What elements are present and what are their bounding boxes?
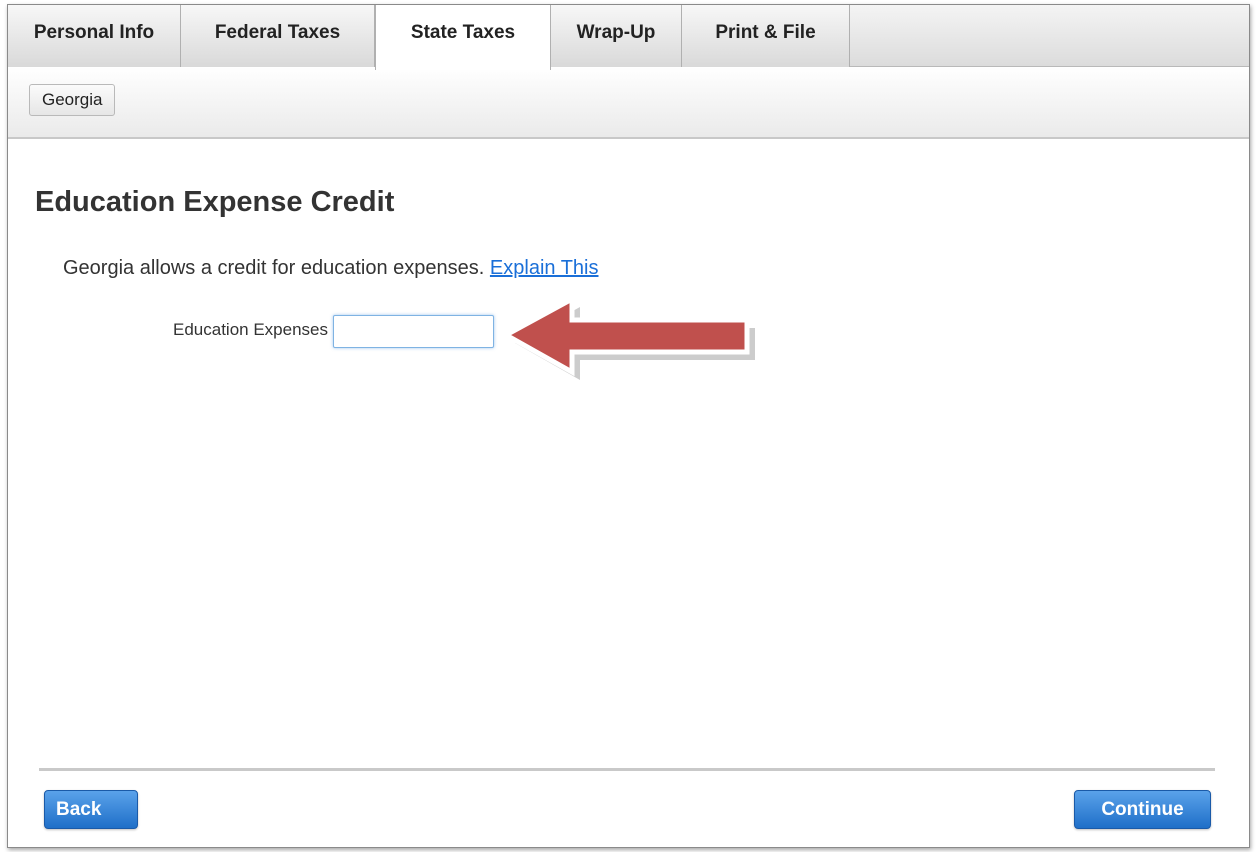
left-arrow-icon	[500, 294, 755, 380]
tab-label: State Taxes	[410, 22, 516, 43]
back-button[interactable]: Back	[44, 790, 138, 829]
intro-text: Georgia allows a credit for education ex…	[63, 257, 599, 280]
sub-navigation-bar: Georgia	[8, 67, 1249, 139]
main-tab-bar: Personal Info Federal Taxes State Taxes …	[8, 5, 1249, 70]
continue-button[interactable]: Continue	[1074, 790, 1211, 829]
tab-label: Personal Info	[33, 22, 155, 43]
tab-federal-taxes[interactable]: Federal Taxes	[181, 5, 375, 67]
education-expenses-label: Education Expenses	[173, 320, 328, 339]
tab-wrap-up[interactable]: Wrap-Up	[551, 5, 682, 67]
education-expenses-row: Education Expenses	[128, 315, 328, 349]
explain-this-link[interactable]: Explain This	[490, 257, 599, 279]
footer-divider	[39, 768, 1215, 771]
tab-label: Print & File	[715, 22, 816, 43]
subtab-georgia[interactable]: Georgia	[29, 84, 116, 116]
intro-description: Georgia allows a credit for education ex…	[63, 257, 485, 279]
tab-state-taxes[interactable]: State Taxes	[375, 5, 551, 70]
tab-print-and-file[interactable]: Print & File	[682, 5, 850, 67]
app-window: Personal Info Federal Taxes State Taxes …	[7, 4, 1250, 848]
page-title: Education Expense Credit	[35, 186, 395, 218]
tab-label: Wrap-Up	[576, 22, 656, 43]
tab-label: Federal Taxes	[214, 22, 341, 43]
tab-personal-info[interactable]: Personal Info	[8, 5, 181, 67]
education-expenses-input[interactable]	[333, 315, 494, 348]
